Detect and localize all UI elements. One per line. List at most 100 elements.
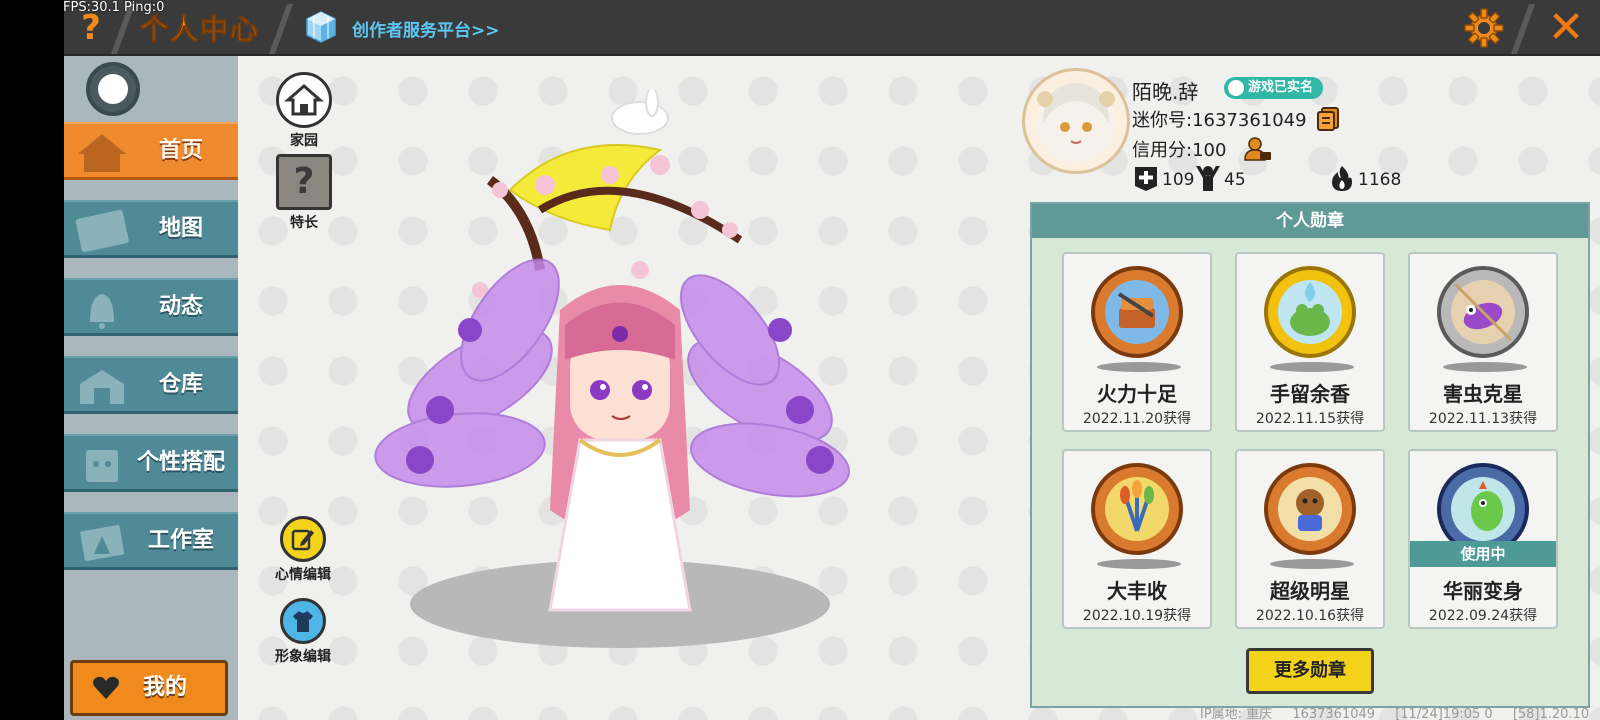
plus-box-icon [1135, 167, 1157, 191]
avatar-edit-label: 形象编辑 [275, 649, 331, 665]
footer-uid: 1637361049 [1292, 707, 1376, 720]
close-button[interactable]: ✕ [1544, 6, 1588, 50]
creator-cube-icon[interactable] [304, 10, 338, 44]
medal-name: 害虫克星 [1443, 382, 1523, 406]
cheer-icon [1196, 166, 1220, 191]
sidebar-item-label: 首页 [158, 138, 203, 163]
gear-icon[interactable] [1462, 6, 1506, 50]
sidebar-item-label: 动态 [158, 294, 203, 319]
creator-platform-link[interactable]: 创作者服务平台>> [352, 16, 500, 41]
mine-button[interactable]: 我的 [70, 660, 228, 716]
medal-date: 2022.11.20获得 [1082, 411, 1192, 427]
flame-icon [1332, 166, 1352, 191]
sidebar-item-label: 仓库 [158, 372, 203, 397]
medal-panel-title: 个人勋章 [1032, 204, 1588, 238]
sidebar-item-label: 地图 [158, 216, 203, 241]
medal-name: 华丽变身 [1443, 579, 1523, 603]
ip-location: IP属地: 重庆 [1200, 707, 1273, 720]
medal-card[interactable]: 大丰收 2022.10.19获得 [1062, 449, 1212, 629]
homestead-button[interactable] [276, 72, 332, 128]
stat-value: 45 [1224, 170, 1246, 190]
footer-time: [11/24]19:05 0 [1395, 707, 1493, 720]
medal-shadow [1270, 559, 1354, 569]
avatar-edit-button[interactable] [280, 598, 326, 644]
medal-name: 手留余香 [1270, 382, 1350, 406]
in-use-badge: 使用中 [1410, 541, 1556, 567]
treasure-medal-icon [1091, 266, 1183, 358]
medal-card[interactable]: 火力十足 2022.11.20获得 [1062, 252, 1212, 432]
profile-card: 陌晚.辞 游戏已实名 迷你号:1637361049 信用分:100 109 45… [1022, 66, 1442, 206]
medal-date: 2022.11.13获得 [1428, 411, 1538, 427]
sidebar-item-map[interactable]: 地图 [64, 200, 238, 258]
credit-user-icon[interactable] [1244, 136, 1272, 162]
medal-date: 2022.09.24获得 [1428, 608, 1538, 624]
medal-card[interactable]: 手留余香 2022.11.15获得 [1235, 252, 1385, 432]
medal-shadow [1270, 362, 1354, 372]
warehouse-icon [80, 370, 124, 404]
sidebar-item-warehouse[interactable]: 仓库 [64, 356, 238, 414]
fps-readout: FPS:30.1 Ping:0 [63, 0, 164, 15]
realname-badge: 游戏已实名 [1224, 77, 1324, 99]
medal-date: 2022.11.15获得 [1255, 411, 1365, 427]
copy-icon[interactable] [1316, 106, 1340, 132]
mine-button-label: 我的 [143, 675, 188, 700]
more-medals-button[interactable]: 更多勋章 [1246, 648, 1374, 694]
footer-info: IP属地: 重庆 1637361049 [11/24]19:05 0 [58]1… [1200, 703, 1600, 720]
top-bar [64, 0, 1600, 56]
stat-value: 109 [1162, 170, 1195, 190]
sidebar-item-label: 工作室 [147, 528, 214, 553]
avatar[interactable] [1022, 68, 1130, 174]
medal-date: 2022.10.19获得 [1082, 608, 1192, 624]
medal-shadow [1443, 362, 1527, 372]
bug-medal-icon [1437, 266, 1529, 358]
medal-panel: 个人勋章 火力十足 2022.11.20获得 手留余香 2022.11.15获得… [1030, 202, 1590, 708]
medal-card[interactable]: 超级明星 2022.10.16获得 [1235, 449, 1385, 629]
outfit-icon [86, 450, 118, 482]
medal-shadow [1097, 362, 1181, 372]
specialty-tool[interactable]: ? 特长 [272, 154, 336, 232]
frog-medal-icon [1264, 266, 1356, 358]
studio-icon [80, 525, 125, 561]
mood-edit-button[interactable] [280, 516, 326, 562]
ping-text: Ping:0 [124, 0, 165, 15]
app-window: FPS:30.1 Ping:0 ? 个人中心 创作者服务平台>> ✕ 首页 地图… [0, 0, 1600, 720]
sidebar-item-outfit[interactable]: 个性搭配 [64, 434, 238, 492]
map-icon [75, 209, 129, 252]
medal-card[interactable]: 害虫克星 2022.11.13获得 [1408, 252, 1558, 432]
fps-text: FPS:30.1 [63, 0, 120, 15]
footer-version: [58]1.20.10 [1512, 707, 1590, 720]
medal-shadow [1097, 559, 1181, 569]
medal-name: 超级明星 [1270, 579, 1350, 603]
nickname: 陌晚.辞 [1132, 80, 1199, 104]
medal-name: 火力十足 [1097, 382, 1177, 406]
bell-icon [90, 294, 114, 329]
player-avatar-character[interactable] [360, 90, 880, 690]
stat-value: 1168 [1358, 170, 1402, 190]
sidebar-item-feed[interactable]: 动态 [64, 278, 238, 336]
specialty-button[interactable]: ? [276, 154, 332, 210]
star-medal-icon [1264, 463, 1356, 555]
homestead-tool[interactable]: 家园 [272, 72, 336, 150]
credit-score: 信用分:100 [1132, 140, 1227, 161]
sidebar-item-label: 个性搭配 [136, 450, 225, 475]
homestead-label: 家园 [290, 133, 318, 149]
shirt-icon [293, 611, 313, 632]
mood-edit-tool[interactable]: 心情编辑 [268, 516, 338, 584]
mini-id: 迷你号:1637361049 [1132, 110, 1307, 131]
edit-icon [291, 529, 314, 551]
sidebar: 首页 地图 动态 仓库 个性搭配 工作室 我的 [64, 56, 238, 720]
avatar-portrait-icon [1036, 83, 1116, 163]
medal-date: 2022.10.16获得 [1255, 608, 1365, 624]
sidebar-item-home[interactable]: 首页 [64, 122, 238, 180]
avatar-edit-tool[interactable]: 形象编辑 [268, 598, 338, 666]
mood-edit-label: 心情编辑 [275, 567, 331, 583]
medal-card[interactable]: 使用中 华丽变身 2022.09.24获得 [1408, 449, 1558, 629]
medal-name: 大丰收 [1107, 579, 1167, 603]
home-icon [78, 134, 126, 172]
house-icon [284, 84, 324, 116]
sidebar-item-studio[interactable]: 工作室 [64, 512, 238, 570]
specialty-label: 特长 [290, 215, 318, 231]
harvest-medal-icon [1091, 463, 1183, 555]
heart-icon [93, 676, 119, 699]
status-toggle[interactable] [86, 62, 140, 116]
